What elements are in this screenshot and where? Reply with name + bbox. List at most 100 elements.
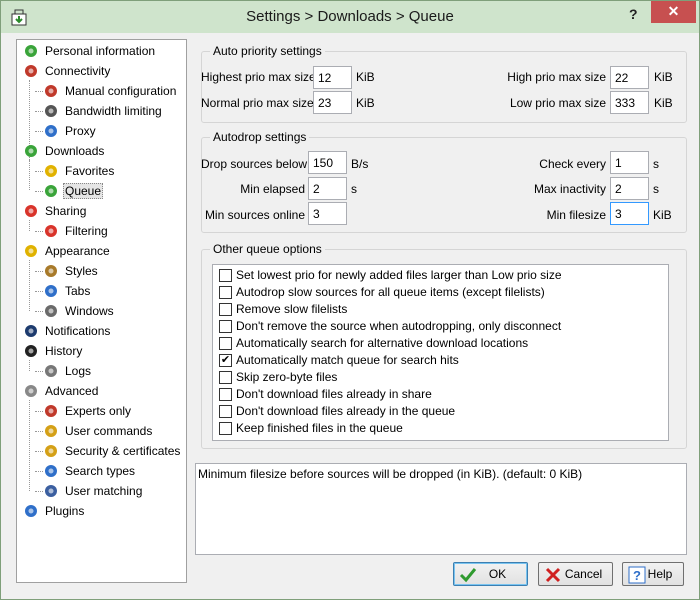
tree-item-label: Appearance	[45, 244, 110, 258]
min-sources-online-input[interactable]	[308, 202, 347, 225]
normal-prio-label: Normal prio max size	[201, 96, 314, 110]
queue-option-checkbox[interactable]	[219, 286, 232, 299]
palette-icon	[23, 243, 39, 259]
globe-icon	[43, 123, 59, 139]
tree-item-label: Plugins	[45, 504, 85, 518]
settings-window: Settings > Downloads > Queue ? ✕ Persona…	[0, 0, 700, 600]
low-prio-input[interactable]	[610, 91, 649, 114]
tree-item-label: Manual configuration	[65, 84, 177, 98]
highest-prio-unit: KiB	[356, 70, 375, 84]
max-inactivity-unit: s	[653, 182, 659, 196]
queue-option-checkbox[interactable]	[219, 303, 232, 316]
queue-option-checkbox[interactable]	[219, 388, 232, 401]
queue-option-label: Keep finished files in the queue	[236, 421, 403, 435]
tree-item-label: Sharing	[45, 204, 87, 218]
close-button[interactable]: ✕	[651, 1, 696, 23]
queue-option-checkbox[interactable]	[219, 337, 232, 350]
queue-option-label: Skip zero-byte files	[236, 370, 338, 384]
puzzle-icon	[23, 503, 39, 519]
autodrop-title: Autodrop settings	[210, 130, 310, 144]
tree-item-label: Experts only	[65, 404, 132, 418]
queue-option-label: Remove slow filelists	[236, 302, 348, 316]
queue-option-label: Autodrop slow sources for all queue item…	[236, 285, 545, 299]
queue-option-checkbox[interactable]	[219, 371, 232, 384]
queue-option-checkbox[interactable]	[219, 405, 232, 418]
high-prio-unit: KiB	[654, 70, 673, 84]
settings-tree: Personal information Connectivity Manual c…	[16, 39, 187, 583]
up-arrow-icon	[23, 203, 39, 219]
high-prio-input[interactable]	[610, 66, 649, 89]
low-prio-label: Low prio max size	[509, 96, 606, 110]
auto-priority-title: Auto priority settings	[210, 44, 325, 58]
ok-label: OK	[488, 567, 507, 581]
person-icon	[23, 43, 39, 59]
queue-option-checkbox[interactable]	[219, 320, 232, 333]
tree-item-label: Notifications	[45, 324, 111, 338]
check-every-unit: s	[653, 157, 659, 171]
tabs-icon	[43, 283, 59, 299]
lock-icon	[43, 423, 59, 439]
min-elapsed-input[interactable]	[308, 177, 347, 200]
max-inactivity-input[interactable]	[610, 177, 649, 200]
highest-prio-label: Highest prio max size	[201, 70, 316, 84]
favorites-icon	[43, 163, 59, 179]
tree-item-label: Connectivity	[45, 64, 111, 78]
check-every-input[interactable]	[610, 151, 649, 174]
tree-item-label: Security & certificates	[65, 444, 181, 458]
tree-item-label: Advanced	[45, 384, 99, 398]
tree-item-label: Queue	[63, 183, 104, 199]
high-prio-label: High prio max size	[507, 70, 606, 84]
tree-item-label: User commands	[65, 424, 153, 438]
other-options-title: Other queue options	[210, 242, 325, 256]
tree-item-label: History	[45, 344, 83, 358]
drop-sources-input[interactable]	[308, 151, 347, 174]
antenna-icon	[43, 83, 59, 99]
low-prio-unit: KiB	[654, 96, 673, 110]
clock-icon	[23, 343, 39, 359]
check-every-label: Check every	[539, 157, 606, 171]
queue-option-label: Automatically match queue for search hit…	[236, 353, 459, 367]
tree-item-label: Tabs	[65, 284, 91, 298]
max-inactivity-label: Max inactivity	[533, 182, 606, 196]
tools-icon	[43, 403, 59, 419]
tree-item-label: User matching	[65, 484, 143, 498]
tree-item-label: Personal information	[45, 44, 156, 58]
tree-item-label: Styles	[65, 264, 98, 278]
queue-option-label: Don't remove the source when autodroppin…	[236, 319, 562, 333]
queue-option-label: Set lowest prio for newly added files la…	[236, 268, 562, 282]
ok-button[interactable]: OK	[453, 562, 528, 586]
log-icon	[43, 363, 59, 379]
cancel-label: Cancel	[564, 567, 603, 581]
tree-item-label: Proxy	[65, 124, 96, 138]
help-button[interactable]: ? Help	[622, 562, 684, 586]
queue-option-checkbox[interactable]	[219, 269, 232, 282]
queue-option-label: Automatically search for alternative dow…	[236, 336, 529, 350]
title-bar: Settings > Downloads > Queue ? ✕	[1, 1, 699, 33]
queue-option-checkbox[interactable]	[219, 422, 232, 435]
cancel-button[interactable]: Cancel	[538, 562, 613, 586]
queue-option-checkbox[interactable]: ✔	[219, 354, 232, 367]
min-filesize-input[interactable]	[610, 202, 649, 225]
min-filesize-label: Min filesize	[546, 208, 606, 222]
tree-item-label: Bandwidth limiting	[65, 104, 162, 118]
queue-options-list: Set lowest prio for newly added files la…	[212, 264, 669, 441]
search-icon	[43, 463, 59, 479]
brush-icon	[43, 263, 59, 279]
highest-prio-input[interactable]	[313, 66, 352, 89]
users-icon	[43, 483, 59, 499]
gauge-icon	[43, 103, 59, 119]
key-icon	[43, 443, 59, 459]
help-question-icon[interactable]: ?	[629, 6, 638, 22]
queue-option-label: Don't download files already in share	[236, 387, 432, 401]
queue-icon	[43, 183, 59, 199]
min-filesize-unit: KiB	[653, 208, 672, 222]
normal-prio-input[interactable]	[313, 91, 352, 114]
window-title: Settings > Downloads > Queue	[246, 8, 454, 25]
drop-sources-label: Drop sources below	[201, 157, 308, 171]
help-label: Help	[647, 567, 673, 581]
tree-item-label: Windows	[65, 304, 114, 318]
window-icon	[43, 303, 59, 319]
min-sources-online-label: Min sources online	[204, 208, 305, 222]
tree-item-label: Search types	[65, 464, 136, 478]
tree-item-label: Logs	[65, 364, 92, 378]
